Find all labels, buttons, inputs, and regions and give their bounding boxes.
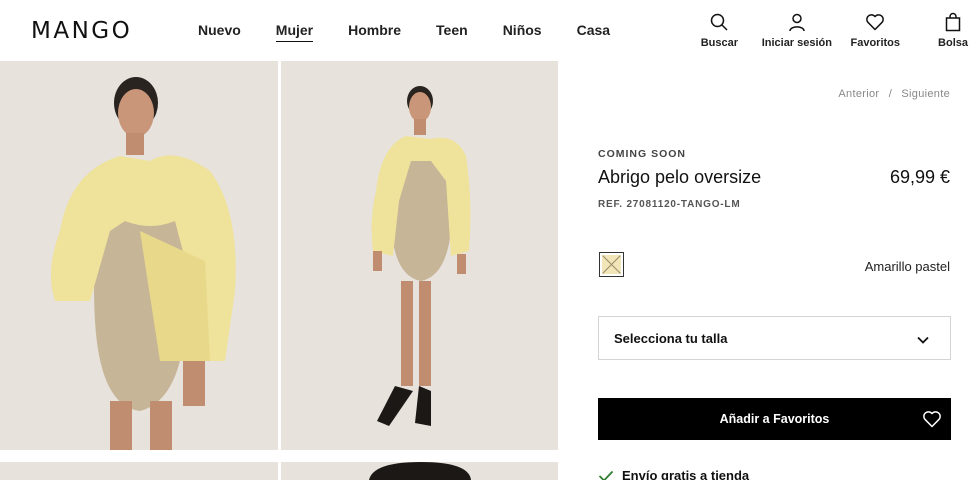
coming-soon-badge: COMING SOON [598, 148, 687, 160]
login-label: Iniciar sesión [761, 37, 832, 49]
search-icon [711, 13, 728, 31]
nav-item-teen[interactable]: Teen [436, 22, 468, 42]
bag-label: Bolsa [938, 37, 968, 49]
model-fullbody-image [281, 61, 558, 450]
bag-icon [945, 12, 961, 32]
nav-item-hombre[interactable]: Hombre [348, 22, 401, 42]
user-icon [789, 13, 805, 32]
nav-item-ninos[interactable]: Niños [503, 22, 542, 42]
main-nav: Nuevo Mujer Hombre Teen Niños Casa [198, 22, 645, 42]
search-button[interactable]: Buscar [701, 12, 738, 49]
bag-button[interactable]: Bolsa [938, 12, 968, 49]
product-price: 69,99 € [889, 167, 950, 187]
nav-item-nuevo[interactable]: Nuevo [198, 22, 241, 42]
color-swatch-amarillo-pastel[interactable] [599, 252, 624, 277]
mango-logo[interactable]: MANGO [31, 18, 132, 44]
pager-separator: / [888, 88, 893, 100]
login-button[interactable]: Iniciar sesión [762, 12, 832, 49]
shipping-text: Envío gratis a tienda [622, 468, 750, 480]
size-selector-label: Selecciona tu talla [614, 331, 728, 346]
product-photo-4[interactable] [281, 462, 558, 480]
heart-icon [923, 411, 941, 428]
add-to-favorites-button[interactable]: Añadir a Favoritos [598, 398, 951, 440]
product-pager: Anterior / Siguiente [838, 88, 950, 100]
model-head-image [281, 462, 558, 480]
selected-color-name: Amarillo pastel [864, 259, 950, 274]
product-photo-fullbody[interactable] [281, 61, 558, 450]
product-reference: REF. 27081120-TANGO-LM [598, 199, 741, 210]
unavailable-cross-icon [602, 255, 621, 274]
size-selector[interactable]: Selecciona tu talla [598, 316, 951, 360]
check-icon [598, 470, 614, 480]
search-label: Buscar [700, 37, 738, 49]
shipping-info: Envío gratis a tienda [598, 468, 749, 480]
add-to-favorites-label: Añadir a Favoritos [719, 412, 830, 426]
favorites-button[interactable]: Favoritos [850, 12, 900, 49]
product-title: Abrigo pelo oversize [598, 167, 762, 187]
product-photo-3[interactable] [0, 462, 278, 480]
product-photo-closeup[interactable] [0, 61, 278, 450]
site-header: MANGO Nuevo Mujer Hombre Teen Niños Casa… [0, 0, 978, 61]
next-link[interactable]: Siguiente [901, 88, 950, 100]
heart-icon [866, 14, 885, 31]
nav-item-mujer[interactable]: Mujer [275, 22, 314, 42]
chevron-down-icon [917, 336, 929, 344]
favorites-label: Favoritos [850, 37, 900, 49]
previous-link[interactable]: Anterior [838, 88, 879, 100]
nav-item-casa[interactable]: Casa [577, 22, 610, 42]
model-closeup-image [0, 61, 278, 450]
